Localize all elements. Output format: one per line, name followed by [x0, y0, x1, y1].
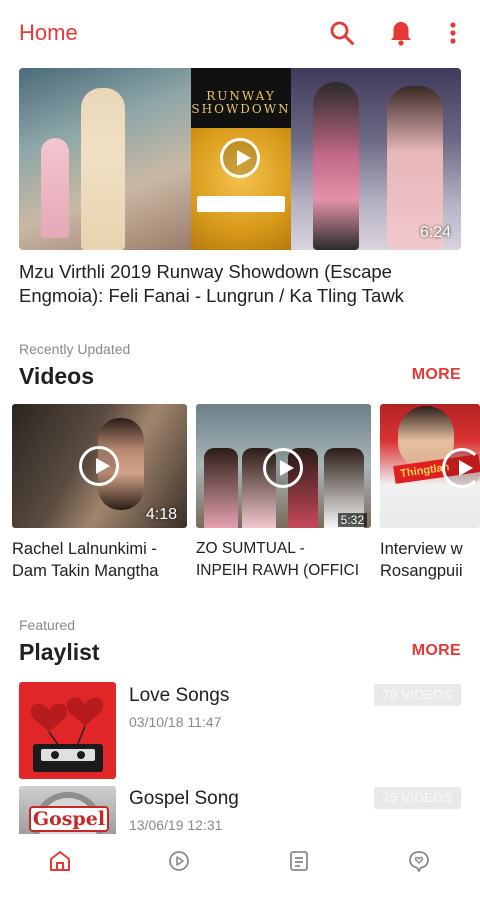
video-duration: 5:32 [337, 513, 367, 527]
playlist-more-button[interactable]: MORE [412, 642, 461, 660]
video-thumbnail[interactable]: 5:32 [196, 404, 371, 528]
section-subtitle: Recently Updated [19, 341, 131, 357]
cassette-hearts-icon [30, 697, 104, 772]
list-icon[interactable] [286, 848, 312, 874]
page-title: Home [19, 20, 78, 45]
video-duration: 4:18 [145, 506, 177, 523]
bottom-navigation [0, 834, 480, 897]
play-circle-icon[interactable] [166, 848, 192, 874]
play-icon[interactable] [79, 446, 119, 486]
section-title: Videos [19, 363, 94, 389]
video-thumbnail[interactable]: Thingtlan [380, 404, 480, 528]
video-title[interactable]: ZO SUMTUAL - INPEIH RAWH (OFFICI [196, 538, 371, 582]
video-title[interactable]: Interview w Rosangpuii [380, 538, 480, 582]
video-thumbnail[interactable]: 4:18 [12, 404, 187, 528]
video-duration: 6:24 [419, 224, 451, 241]
thumbnail-scene-left [19, 68, 191, 250]
playlist-title[interactable]: Gospel Song [129, 788, 239, 810]
play-icon[interactable] [220, 138, 260, 178]
section-subtitle: Featured [19, 617, 76, 633]
more-vert-icon[interactable] [438, 18, 468, 48]
video-count-badge: 25 VIDEOS [374, 787, 461, 809]
bell-icon[interactable] [386, 18, 416, 48]
poster-text: RUNWAY SHOWDOWN [191, 89, 291, 116]
play-icon[interactable] [263, 448, 303, 488]
home-icon[interactable] [47, 848, 73, 874]
featured-video-title[interactable]: Mzu Virthli 2019 Runway Showdown (Escape… [19, 260, 461, 308]
app-bar: Home [0, 0, 480, 66]
playlist-date: 03/10/18 11:47 [129, 714, 222, 730]
videos-more-button[interactable]: MORE [412, 366, 461, 384]
heart-chat-icon[interactable] [406, 848, 432, 874]
search-icon[interactable] [327, 18, 357, 48]
playlist-title[interactable]: Love Songs [129, 685, 229, 707]
playlist-date: 13/06/19 12:31 [129, 817, 223, 833]
section-title: Playlist [19, 639, 100, 665]
featured-video-thumbnail[interactable]: RUNWAY SHOWDOWN 6:24 [19, 68, 461, 250]
playlist-thumbnail[interactable] [19, 682, 116, 779]
thumbnail-scene-right [291, 68, 461, 250]
video-title[interactable]: Rachel Lalnunkimi - Dam Takin Mangtha [12, 538, 190, 582]
thumbnail-text: Gospel [29, 806, 109, 832]
playlist-thumbnail[interactable]: Gospel [19, 786, 116, 834]
video-count-badge: 70 VIDEOS [374, 684, 461, 706]
play-icon[interactable] [442, 448, 480, 488]
